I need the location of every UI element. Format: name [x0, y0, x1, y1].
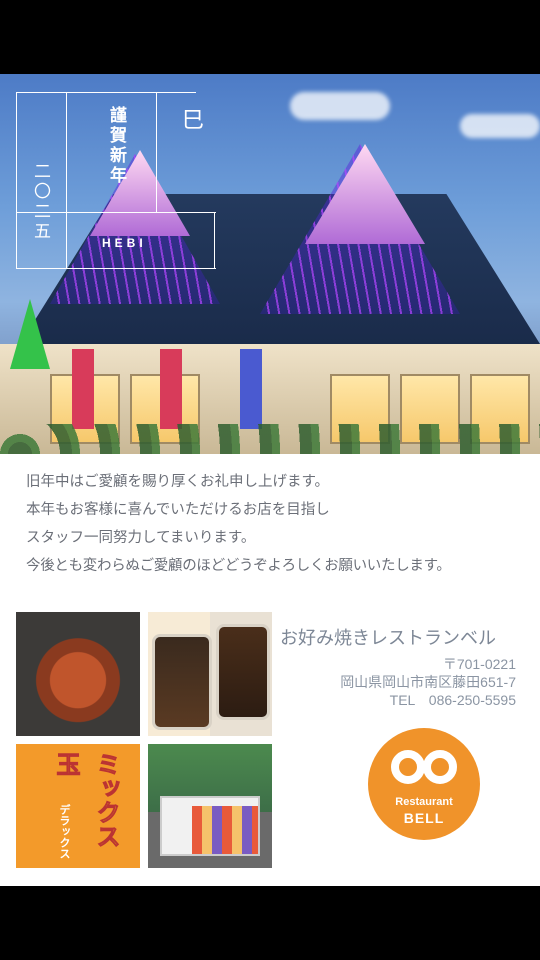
sauce-jars-photo: [148, 612, 272, 736]
kinga-shinnen: 謹賀新年: [106, 106, 126, 186]
zodiac-romaji: HEBI: [102, 236, 147, 250]
zodiac-kanji: 巳: [178, 108, 203, 133]
message-line: 今後とも変わらぬご愛顧のほどどうぞよろしくお願いいたします。: [26, 558, 451, 574]
store-phone[interactable]: TEL 086-250-5595: [390, 690, 516, 710]
sauce-jar: [216, 624, 270, 720]
banner-flag: [72, 349, 94, 429]
food-truck: [160, 796, 260, 856]
food-truck-photo: [148, 744, 272, 868]
grid-line: [66, 92, 67, 268]
sauce-jar: [152, 634, 212, 730]
grid-line: [156, 92, 157, 212]
message-line: 旧年中はご愛顧を賜り厚くお礼申し上げます。: [26, 474, 330, 490]
postal-code: 〒701-0221: [442, 656, 516, 672]
grid-line: [16, 268, 216, 269]
new-year-greeting: 謹賀新年 二〇二五 巳 HEBI: [16, 92, 216, 270]
message-line: 本年もお客様に喜んでいただけるお店を目指し: [26, 502, 330, 518]
poster-subtitle: デラックス: [58, 804, 71, 859]
mix-tama-poster: ミックス玉 デラックス: [16, 744, 140, 868]
banner-flag: [160, 349, 182, 429]
grid-line: [16, 92, 17, 268]
store-address: 岡山県岡山市南区藤田651-7: [340, 674, 516, 690]
cloud: [460, 114, 540, 138]
logo-text-restaurant: Restaurant: [395, 796, 453, 808]
planters: [0, 424, 540, 454]
grid-line: [16, 92, 196, 93]
new-year-message: 旧年中はご愛顧を賜り厚くお礼申し上げます。 本年もお客様に喜んでいただけるお店を…: [26, 468, 526, 580]
store-name: お好み焼きレストランベル: [280, 628, 496, 649]
message-line: スタッフ一同努力してまいります。: [26, 530, 256, 546]
okonomiyaki-photo: [16, 612, 140, 736]
cloud: [290, 92, 390, 120]
logo-text-bell: BELL: [403, 810, 445, 826]
banner-flag: [240, 349, 262, 429]
truck-menu-boards: [192, 806, 258, 854]
grid-line: [214, 212, 215, 268]
restaurant-bell-logo: Restaurant BELL: [368, 728, 480, 840]
poster-title: ミックス玉: [52, 752, 121, 849]
infinity-icon: [390, 744, 458, 790]
year-kanji: 二〇二五: [30, 162, 50, 242]
